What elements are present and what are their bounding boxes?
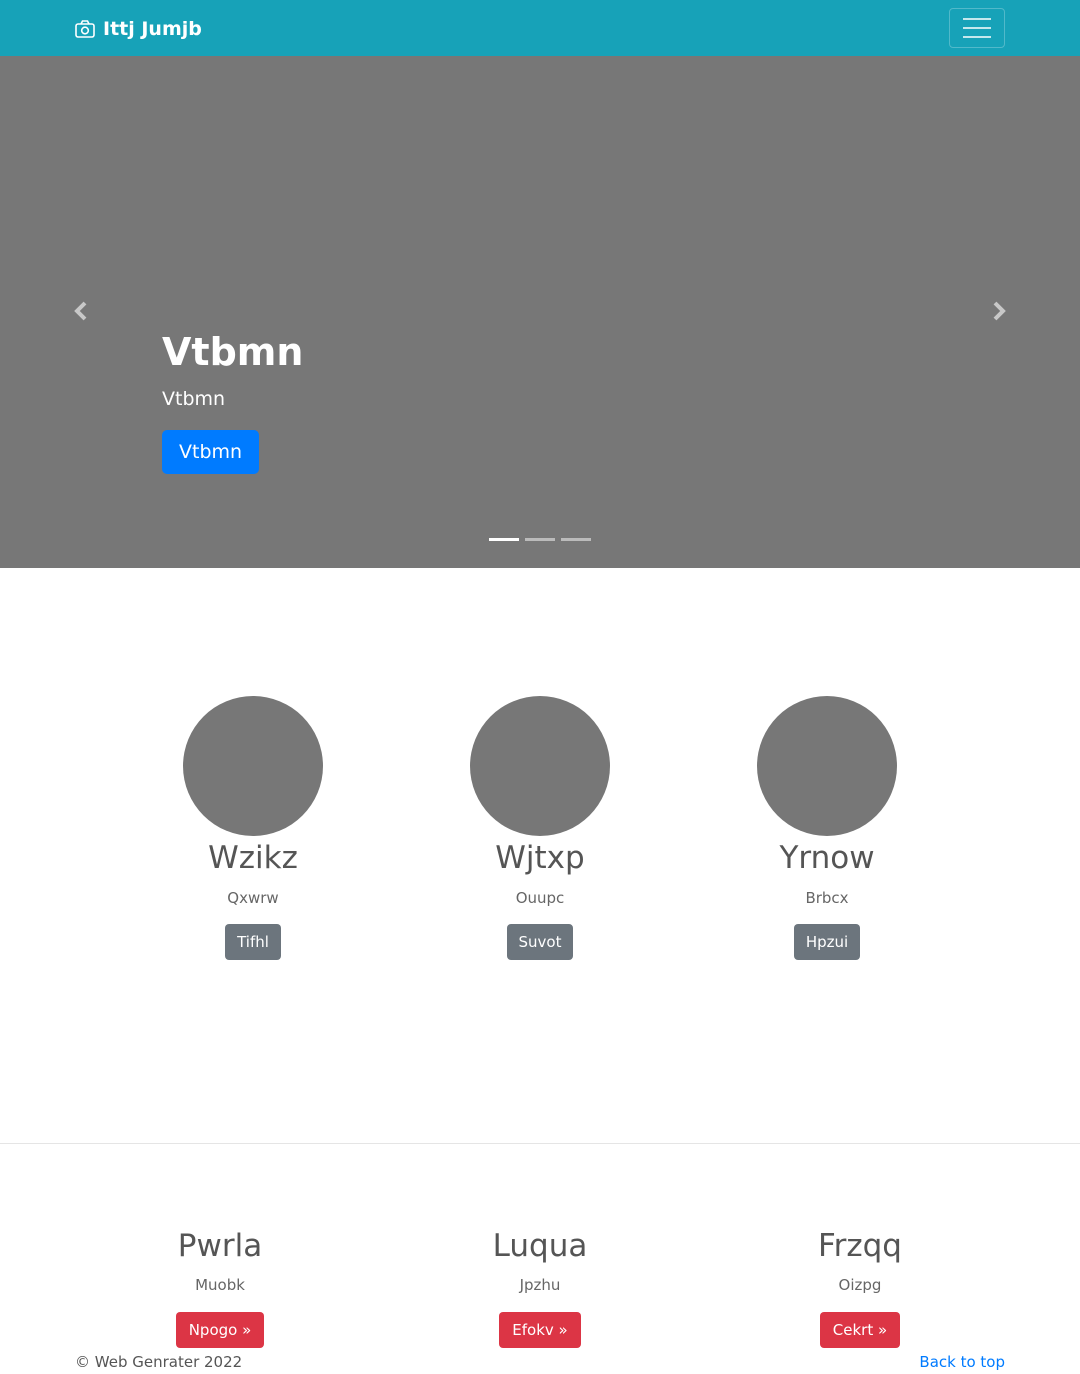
placeholder-image: [757, 696, 897, 836]
card-title: Pwrla: [177, 1228, 263, 1264]
navbar-brand[interactable]: Ittj Jumjb: [75, 15, 202, 43]
placeholder-image: [470, 696, 610, 836]
card-text: Muobk: [195, 1276, 245, 1294]
feature-text: Brbcx: [805, 889, 849, 907]
carousel-cta-button[interactable]: Vtbmn: [162, 429, 260, 475]
chevron-left-icon[interactable]: [70, 299, 94, 323]
card-button[interactable]: Cekrt »: [819, 1312, 901, 1348]
carousel-indicator-3[interactable]: [561, 538, 591, 541]
card-title: Frzqq: [818, 1228, 902, 1264]
footer-copyright: © Web Genrater 2022: [75, 1353, 243, 1371]
feature-text: Ouupc: [515, 889, 565, 907]
feature-title: Yrnow: [779, 840, 875, 876]
feature-button[interactable]: Hpzui: [793, 924, 861, 960]
carousel-title: Vtbmn: [162, 330, 304, 374]
card-button[interactable]: Npogo »: [175, 1312, 265, 1348]
feature-text: Qxwrw: [227, 889, 279, 907]
card-text: Jpzhu: [519, 1276, 561, 1294]
brand-label: Ittj Jumjb: [103, 18, 202, 40]
navbar-toggler-button[interactable]: [949, 8, 1005, 48]
carousel-indicators: [489, 538, 591, 541]
feature-title: Wjtxp: [495, 840, 585, 876]
carousel-indicator-2[interactable]: [525, 538, 555, 541]
card-text: Oizpg: [838, 1276, 882, 1294]
feature-column: Yrnow Brbcx Hpzui: [707, 696, 947, 960]
card-column: Luqua Jpzhu Efokv »: [390, 1226, 690, 1348]
card-column: Pwrla Muobk Npogo »: [70, 1226, 370, 1348]
section-divider: [0, 1143, 1080, 1144]
hamburger-icon: [963, 18, 991, 20]
chevron-right-icon[interactable]: [986, 299, 1010, 323]
feature-button[interactable]: Suvot: [506, 924, 574, 960]
feature-column: Wzikz Qxwrw Tifhl: [133, 696, 373, 960]
feature-button[interactable]: Tifhl: [225, 924, 281, 960]
carousel-subtitle: Vtbmn: [162, 387, 226, 410]
card-title: Luqua: [492, 1228, 588, 1264]
feature-column: Wjtxp Ouupc Suvot: [420, 696, 660, 960]
feature-title: Wzikz: [208, 840, 298, 876]
card-column: Frzqq Oizpg Cekrt »: [710, 1226, 1010, 1348]
camera-icon: [75, 20, 95, 38]
navbar: Ittj Jumjb: [0, 0, 1080, 56]
hero-carousel: Vtbmn Vtbmn Vtbmn: [0, 56, 1080, 568]
carousel-caption: Vtbmn Vtbmn Vtbmn: [162, 330, 304, 475]
card-button[interactable]: Efokv »: [499, 1312, 581, 1348]
carousel-indicator-1[interactable]: [489, 538, 519, 541]
back-to-top-link[interactable]: Back to top: [919, 1353, 1005, 1371]
placeholder-image: [183, 696, 323, 836]
